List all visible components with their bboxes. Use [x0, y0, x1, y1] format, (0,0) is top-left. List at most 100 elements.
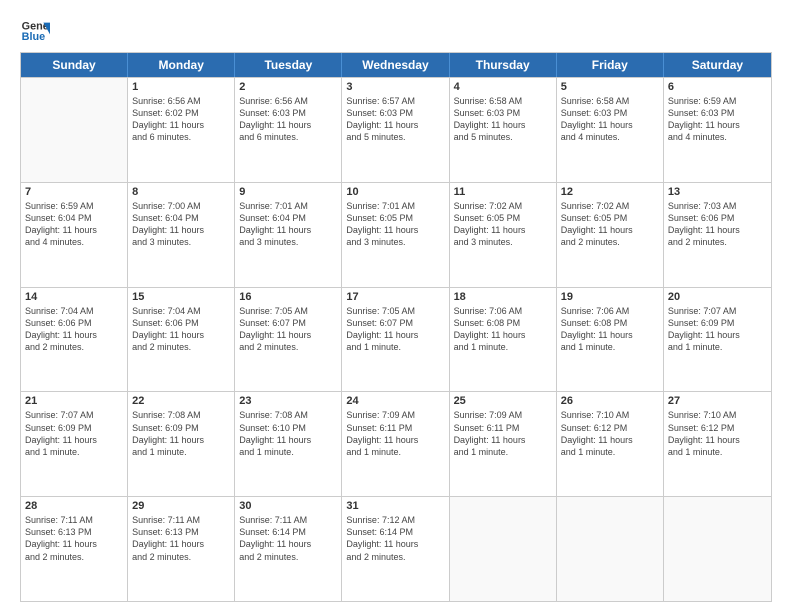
day-info: Sunrise: 7:03 AM Sunset: 6:06 PM Dayligh… [668, 200, 767, 249]
weekday-header: Friday [557, 53, 664, 77]
day-number: 23 [239, 395, 337, 407]
weekday-header: Wednesday [342, 53, 449, 77]
day-info: Sunrise: 7:06 AM Sunset: 6:08 PM Dayligh… [454, 305, 552, 354]
day-info: Sunrise: 7:05 AM Sunset: 6:07 PM Dayligh… [346, 305, 444, 354]
day-info: Sunrise: 7:08 AM Sunset: 6:09 PM Dayligh… [132, 409, 230, 458]
day-number: 19 [561, 291, 659, 303]
day-number: 9 [239, 186, 337, 198]
calendar-cell: 5 Sunrise: 6:58 AM Sunset: 6:03 PM Daylig… [557, 78, 664, 182]
day-info: Sunrise: 7:00 AM Sunset: 6:04 PM Dayligh… [132, 200, 230, 249]
day-number: 17 [346, 291, 444, 303]
day-info: Sunrise: 7:07 AM Sunset: 6:09 PM Dayligh… [25, 409, 123, 458]
day-number: 2 [239, 81, 337, 93]
calendar-row: 21 Sunrise: 7:07 AM Sunset: 6:09 PM Dayli… [21, 391, 771, 496]
day-info: Sunrise: 7:10 AM Sunset: 6:12 PM Dayligh… [561, 409, 659, 458]
calendar-cell: 28 Sunrise: 7:11 AM Sunset: 6:13 PM Dayli… [21, 497, 128, 601]
calendar-cell: 27Sunrise: 7:10 AM Sunset: 6:12 PM Dayli… [664, 392, 771, 496]
page: General Blue SundayMondayTuesdayWednesda… [0, 0, 792, 612]
day-number: 1 [132, 81, 230, 93]
header: General Blue [20, 16, 772, 46]
calendar-cell: 24Sunrise: 7:09 AM Sunset: 6:11 PM Dayli… [342, 392, 449, 496]
calendar-cell: 22 Sunrise: 7:08 AM Sunset: 6:09 PM Dayli… [128, 392, 235, 496]
calendar-cell [450, 497, 557, 601]
day-number: 27 [668, 395, 767, 407]
day-info: Sunrise: 7:11 AM Sunset: 6:13 PM Dayligh… [25, 514, 123, 563]
calendar-cell [664, 497, 771, 601]
calendar-cell: 6 Sunrise: 6:59 AM Sunset: 6:03 PM Daylig… [664, 78, 771, 182]
calendar-row: 1 Sunrise: 6:56 AM Sunset: 6:02 PM Daylig… [21, 77, 771, 182]
day-info: Sunrise: 6:58 AM Sunset: 6:03 PM Dayligh… [561, 95, 659, 144]
day-info: Sunrise: 7:09 AM Sunset: 6:11 PM Dayligh… [454, 409, 552, 458]
day-number: 11 [454, 186, 552, 198]
calendar-cell: 4 Sunrise: 6:58 AM Sunset: 6:03 PM Daylig… [450, 78, 557, 182]
day-number: 24 [346, 395, 444, 407]
calendar-header: SundayMondayTuesdayWednesdayThursdayFrid… [21, 53, 771, 77]
day-number: 30 [239, 500, 337, 512]
weekday-header: Tuesday [235, 53, 342, 77]
calendar-cell: 31 Sunrise: 7:12 AM Sunset: 6:14 PM Dayli… [342, 497, 449, 601]
day-number: 3 [346, 81, 444, 93]
day-number: 13 [668, 186, 767, 198]
calendar-cell: 25 Sunrise: 7:09 AM Sunset: 6:11 PM Dayli… [450, 392, 557, 496]
calendar-cell: 3 Sunrise: 6:57 AM Sunset: 6:03 PM Daylig… [342, 78, 449, 182]
day-number: 16 [239, 291, 337, 303]
day-info: Sunrise: 6:57 AM Sunset: 6:03 PM Dayligh… [346, 95, 444, 144]
calendar: SundayMondayTuesdayWednesdayThursdayFrid… [20, 52, 772, 602]
day-info: Sunrise: 7:04 AM Sunset: 6:06 PM Dayligh… [25, 305, 123, 354]
day-info: Sunrise: 6:56 AM Sunset: 6:02 PM Dayligh… [132, 95, 230, 144]
calendar-cell: 12Sunrise: 7:02 AM Sunset: 6:05 PM Dayli… [557, 183, 664, 287]
day-info: Sunrise: 7:12 AM Sunset: 6:14 PM Dayligh… [346, 514, 444, 563]
day-number: 18 [454, 291, 552, 303]
day-number: 4 [454, 81, 552, 93]
calendar-cell: 10 Sunrise: 7:01 AM Sunset: 6:05 PM Dayli… [342, 183, 449, 287]
calendar-cell [21, 78, 128, 182]
calendar-cell: 30Sunrise: 7:11 AM Sunset: 6:14 PM Dayli… [235, 497, 342, 601]
day-info: Sunrise: 6:59 AM Sunset: 6:03 PM Dayligh… [668, 95, 767, 144]
calendar-cell: 11 Sunrise: 7:02 AM Sunset: 6:05 PM Dayli… [450, 183, 557, 287]
day-number: 21 [25, 395, 123, 407]
calendar-row: 28 Sunrise: 7:11 AM Sunset: 6:13 PM Dayli… [21, 496, 771, 601]
calendar-row: 14 Sunrise: 7:04 AM Sunset: 6:06 PM Dayli… [21, 287, 771, 392]
calendar-cell: 26Sunrise: 7:10 AM Sunset: 6:12 PM Dayli… [557, 392, 664, 496]
logo: General Blue [20, 16, 50, 46]
day-info: Sunrise: 6:59 AM Sunset: 6:04 PM Dayligh… [25, 200, 123, 249]
day-number: 5 [561, 81, 659, 93]
weekday-header: Monday [128, 53, 235, 77]
calendar-cell: 21 Sunrise: 7:07 AM Sunset: 6:09 PM Dayli… [21, 392, 128, 496]
calendar-cell: 18 Sunrise: 7:06 AM Sunset: 6:08 PM Dayli… [450, 288, 557, 392]
calendar-cell: 19 Sunrise: 7:06 AM Sunset: 6:08 PM Dayli… [557, 288, 664, 392]
day-number: 6 [668, 81, 767, 93]
day-info: Sunrise: 7:04 AM Sunset: 6:06 PM Dayligh… [132, 305, 230, 354]
day-info: Sunrise: 7:11 AM Sunset: 6:13 PM Dayligh… [132, 514, 230, 563]
day-number: 15 [132, 291, 230, 303]
calendar-cell [557, 497, 664, 601]
calendar-cell: 15 Sunrise: 7:04 AM Sunset: 6:06 PM Dayli… [128, 288, 235, 392]
day-number: 25 [454, 395, 552, 407]
calendar-row: 7 Sunrise: 6:59 AM Sunset: 6:04 PM Daylig… [21, 182, 771, 287]
weekday-header: Saturday [664, 53, 771, 77]
day-info: Sunrise: 7:01 AM Sunset: 6:04 PM Dayligh… [239, 200, 337, 249]
svg-text:Blue: Blue [22, 31, 45, 43]
day-info: Sunrise: 6:56 AM Sunset: 6:03 PM Dayligh… [239, 95, 337, 144]
calendar-cell: 13 Sunrise: 7:03 AM Sunset: 6:06 PM Dayli… [664, 183, 771, 287]
day-number: 7 [25, 186, 123, 198]
calendar-cell: 9 Sunrise: 7:01 AM Sunset: 6:04 PM Daylig… [235, 183, 342, 287]
day-number: 22 [132, 395, 230, 407]
day-number: 10 [346, 186, 444, 198]
calendar-cell: 7 Sunrise: 6:59 AM Sunset: 6:04 PM Daylig… [21, 183, 128, 287]
calendar-cell: 17 Sunrise: 7:05 AM Sunset: 6:07 PM Dayli… [342, 288, 449, 392]
day-info: Sunrise: 7:05 AM Sunset: 6:07 PM Dayligh… [239, 305, 337, 354]
weekday-header: Thursday [450, 53, 557, 77]
day-number: 14 [25, 291, 123, 303]
calendar-cell: 14 Sunrise: 7:04 AM Sunset: 6:06 PM Dayli… [21, 288, 128, 392]
day-info: Sunrise: 7:01 AM Sunset: 6:05 PM Dayligh… [346, 200, 444, 249]
day-info: Sunrise: 7:02 AM Sunset: 6:05 PM Dayligh… [454, 200, 552, 249]
day-info: Sunrise: 6:58 AM Sunset: 6:03 PM Dayligh… [454, 95, 552, 144]
calendar-cell: 16 Sunrise: 7:05 AM Sunset: 6:07 PM Dayli… [235, 288, 342, 392]
day-number: 31 [346, 500, 444, 512]
calendar-cell: 20Sunrise: 7:07 AM Sunset: 6:09 PM Dayli… [664, 288, 771, 392]
calendar-body: 1 Sunrise: 6:56 AM Sunset: 6:02 PM Daylig… [21, 77, 771, 601]
day-info: Sunrise: 7:02 AM Sunset: 6:05 PM Dayligh… [561, 200, 659, 249]
day-number: 28 [25, 500, 123, 512]
day-info: Sunrise: 7:06 AM Sunset: 6:08 PM Dayligh… [561, 305, 659, 354]
